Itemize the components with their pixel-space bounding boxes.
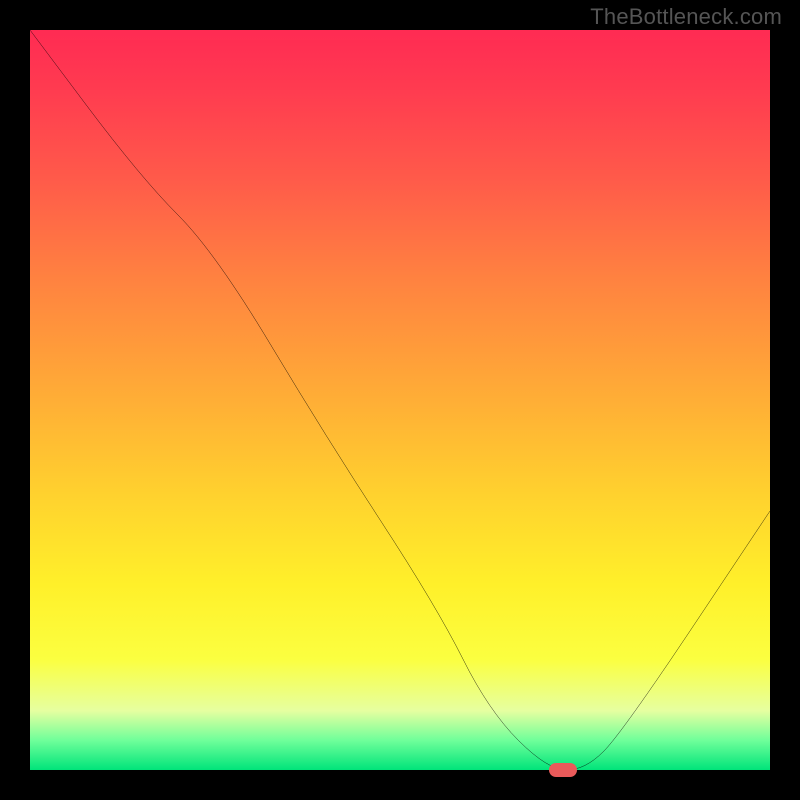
bottleneck-curve [30,30,770,770]
plot-area [30,30,770,770]
chart-container: TheBottleneck.com [0,0,800,800]
optimal-marker [549,763,577,777]
watermark-text: TheBottleneck.com [590,4,782,30]
curve-path [30,30,770,770]
